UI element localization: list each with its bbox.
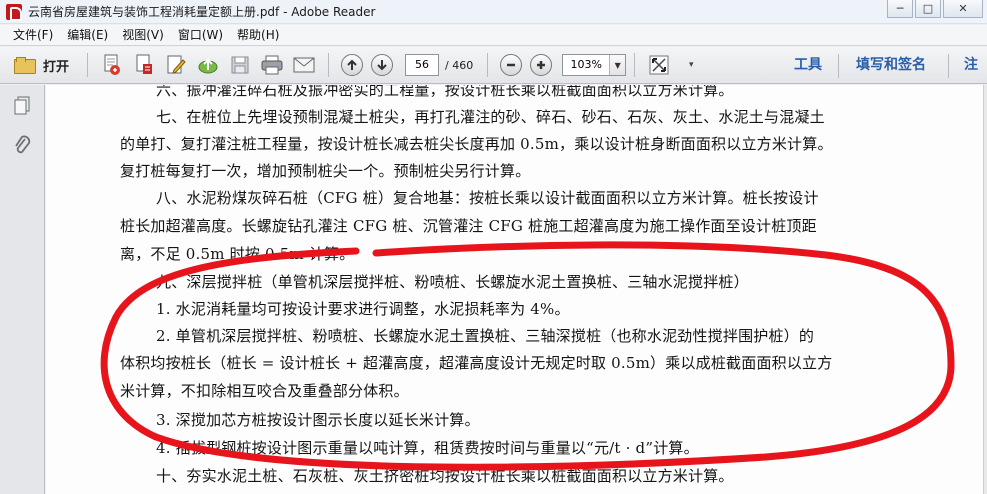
title-bar: 云南省房屋建筑与装饰工程消耗量定额上册.pdf - Adobe Reader ─… — [0, 0, 987, 24]
upload-icon[interactable] — [196, 53, 220, 77]
toolbar-separator — [328, 53, 330, 77]
maximize-button[interactable]: □ — [915, 0, 941, 18]
email-icon[interactable] — [292, 53, 316, 77]
open-button[interactable]: 打开 — [14, 52, 79, 78]
doc-line: 3. 深搅加芯方桩按设计图示长度以延长米计算。 — [156, 411, 480, 429]
menu-file[interactable]: 文件(F) — [6, 25, 60, 46]
toolbar: 打开 56 / 460 103% ▼ ▾ 工具 填写和签名 注 — [0, 47, 987, 110]
comment-link[interactable]: 注释 — [964, 47, 987, 110]
doc-line: 2. 单管机深层搅拌桩、粉喷桩、长螺旋水泥土置换桩、三轴深搅桩（也称水泥劲性搅拌… — [156, 327, 815, 345]
zoom-out-icon[interactable] — [500, 54, 523, 76]
toolbar-separator — [634, 53, 636, 77]
window-controls: ─ □ ✕ — [887, 0, 983, 22]
print-icon[interactable] — [260, 53, 284, 77]
toolbar-separator — [838, 54, 839, 78]
close-button[interactable]: ✕ — [943, 0, 983, 18]
doc-line: 七、在桩位上先埋设预制混凝土桩尖，再打孔灌注的砂、碎石、砂石、石灰、灰土、水泥土… — [156, 108, 825, 126]
edit-icon[interactable] — [164, 53, 188, 77]
page-total: / 460 — [445, 58, 474, 72]
menu-view[interactable]: 视图(V) — [115, 25, 171, 46]
doc-line: 复打桩每复打一次，增加预制桩尖一个。预制桩尖另行计算。 — [120, 162, 531, 180]
chevron-down-icon[interactable]: ▼ — [609, 55, 626, 75]
save-icon[interactable] — [228, 53, 252, 77]
create-pdf-icon[interactable] — [100, 53, 124, 77]
doc-line: 1. 水泥消耗量均可按设计要求进行调整，水泥损耗率为 4%。 — [156, 300, 570, 318]
toolbar-separator — [87, 53, 89, 77]
menu-bar: 文件(F) 编辑(E) 视图(V) 窗口(W) 帮助(H) — [0, 25, 987, 46]
convert-icon[interactable] — [132, 53, 156, 77]
doc-line: 离，不足 0.5m 时按 0.5m 计算。 — [120, 245, 355, 263]
doc-line: 九、深层搅拌桩（单管机深层搅拌桩、粉喷桩、长螺旋水泥土置换桩、三轴水泥搅拌桩） — [156, 273, 749, 291]
fit-page-icon[interactable] — [647, 53, 671, 77]
document-view[interactable]: 六、振冲灌注碎石桩及振冲密实的工程量，按设计桩长乘以桩截面面积以立方米计算。 七… — [46, 85, 987, 494]
pdf-app-icon — [6, 3, 22, 21]
navigation-pane — [0, 85, 45, 494]
doc-line: 八、水泥粉煤灰碎石桩（CFG 桩）复合地基：按桩长乘以设计截面面积以立方米计算。… — [156, 189, 819, 207]
tools-link[interactable]: 工具 — [794, 47, 822, 84]
window-title: 云南省房屋建筑与装饰工程消耗量定额上册.pdf - Adobe Reader — [28, 5, 376, 19]
doc-line: 的单打、复打灌注桩工程量，按设计桩长减去桩尖长度再加 0.5m，乘以设计桩身断面… — [120, 135, 833, 153]
doc-line: 六、振冲灌注碎石桩及振冲密实的工程量，按设计桩长乘以桩截面面积以立方米计算。 — [156, 85, 734, 99]
toolbar-separator — [487, 53, 489, 77]
doc-line: 体积均按桩长（桩长 = 设计桩长 + 超灌高度，超灌高度设计无规定时取 0.5m… — [120, 354, 833, 372]
pages-panel-icon[interactable] — [11, 95, 33, 117]
zoom-in-icon[interactable] — [530, 54, 553, 76]
page-down-icon[interactable] — [371, 54, 394, 76]
doc-line: 十、夯实水泥土桩、石灰桩、灰土挤密桩均按设计桩长乘以桩截面面积以立方米计算。 — [156, 467, 734, 485]
open-label: 打开 — [43, 59, 70, 75]
folder-icon — [14, 57, 36, 74]
zoom-select[interactable]: 103% ▼ — [562, 54, 627, 76]
menu-edit[interactable]: 编辑(E) — [60, 25, 115, 46]
zoom-value: 103% — [570, 58, 602, 71]
doc-line: 米计算，不扣除相互咬合及重叠部分体积。 — [120, 382, 409, 400]
menu-window[interactable]: 窗口(W) — [171, 25, 230, 46]
page-up-icon[interactable] — [341, 54, 364, 76]
doc-line: 桩长加超灌高度。长螺旋钻孔灌注 CFG 桩、沉管灌注 CFG 桩施工超灌高度为施… — [120, 217, 817, 235]
page-edge — [983, 85, 987, 494]
page-number-input[interactable]: 56 — [405, 54, 440, 76]
attachment-icon[interactable] — [11, 135, 33, 157]
doc-line: 4. 插拔型钢桩按设计图示重量以吨计算，租赁费按时间与重量以“元/t · d”计… — [156, 439, 699, 457]
minimize-button[interactable]: ─ — [887, 0, 913, 18]
fill-sign-link[interactable]: 填写和签名 — [856, 47, 926, 84]
menu-help[interactable]: 帮助(H) — [230, 25, 286, 46]
toolbar-menu-chevron-icon[interactable]: ▾ — [679, 53, 703, 77]
toolbar-separator — [948, 54, 949, 78]
